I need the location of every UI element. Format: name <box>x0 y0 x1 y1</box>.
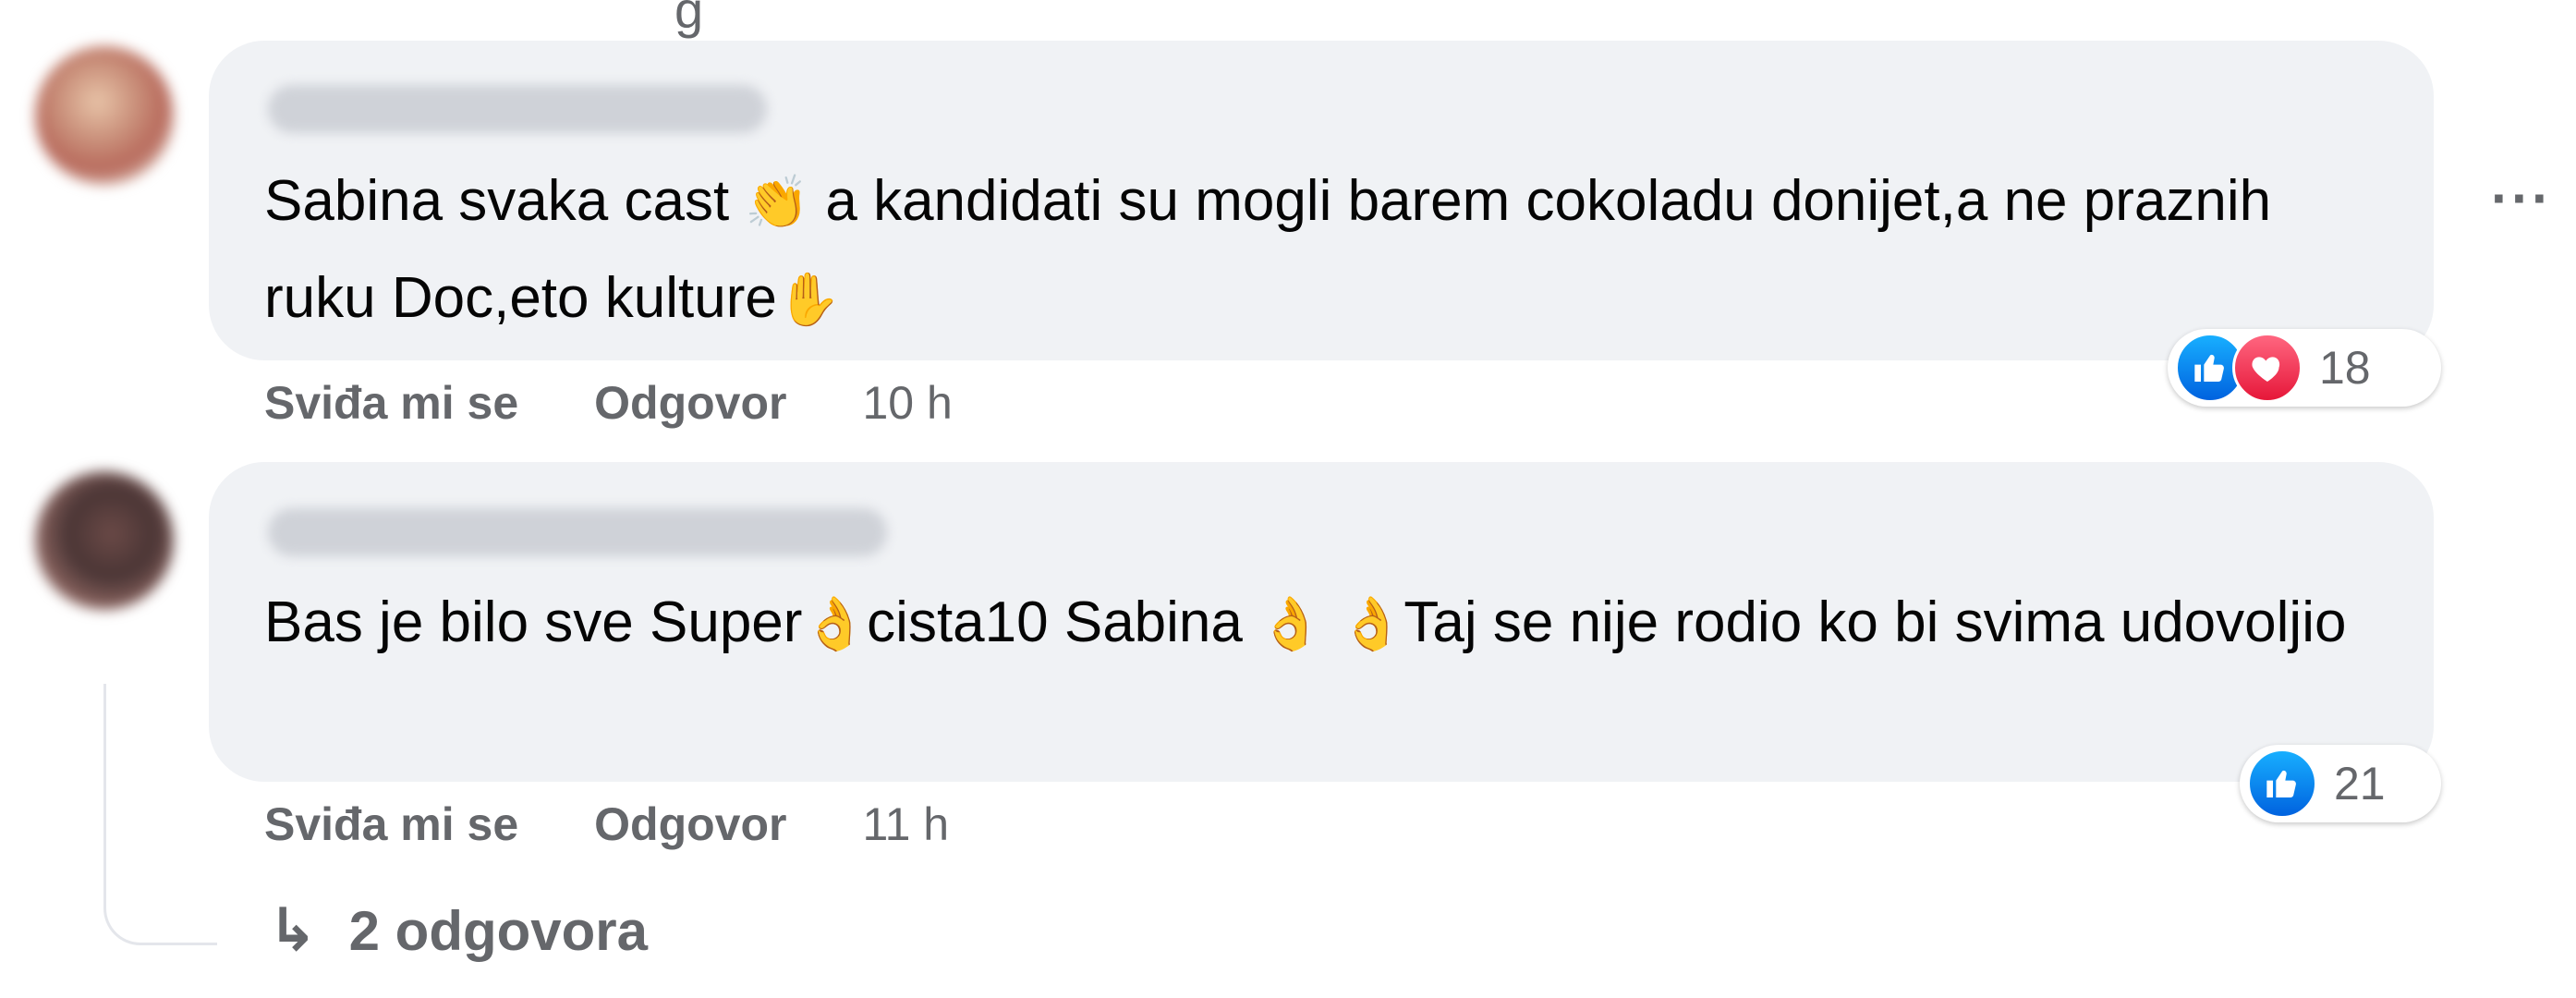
avatar[interactable] <box>35 46 174 185</box>
reaction-count: 21 <box>2334 758 2386 809</box>
love-reaction-icon <box>2232 333 2303 403</box>
ok-hand-emoji: 👌 <box>802 594 868 654</box>
reply-button[interactable]: Odgovor <box>594 376 786 430</box>
comment-bubble: Bas je bilo sve Super👌cista10 Sabina 👌 👌… <box>209 462 2434 782</box>
view-replies-link[interactable]: ↳ 2 odgovora <box>268 896 648 965</box>
like-reaction-icon <box>2247 748 2317 819</box>
like-button[interactable]: Sviđa mi se <box>264 376 518 430</box>
raised-hand-emoji: ✋ <box>776 270 842 330</box>
reaction-count: 18 <box>2319 342 2371 394</box>
truncated-text-fragment: g <box>674 0 704 39</box>
avatar[interactable] <box>35 471 174 610</box>
timestamp[interactable]: 10 h <box>862 376 952 430</box>
author-name-blurred[interactable] <box>268 508 887 556</box>
comment-text: Sabina svaka cast 👏 a kandidati su mogli… <box>264 153 2389 347</box>
timestamp[interactable]: 11 h <box>862 797 949 851</box>
reply-arrow-icon: ↳ <box>268 896 318 965</box>
ok-hand-emoji: 👌 👌 <box>1258 594 1404 654</box>
author-name-blurred[interactable] <box>268 85 767 133</box>
reaction-summary[interactable]: 18 <box>2168 329 2441 407</box>
replies-label: 2 odgovora <box>348 899 649 962</box>
more-options-icon[interactable]: ··· <box>2491 171 2552 226</box>
reply-button[interactable]: Odgovor <box>594 797 786 851</box>
comment-bubble: Sabina svaka cast 👏 a kandidati su mogli… <box>209 41 2434 360</box>
comment-text: Bas je bilo sve Super👌cista10 Sabina 👌 👌… <box>264 575 2389 672</box>
comment-actions: Sviđa mi se Odgovor 11 h <box>264 797 1025 852</box>
thread-connector-line <box>103 684 217 945</box>
reaction-summary[interactable]: 21 <box>2240 745 2441 822</box>
clapping-hands-emoji: 👏 <box>745 173 810 233</box>
like-button[interactable]: Sviđa mi se <box>264 797 518 851</box>
comment-actions: Sviđa mi se Odgovor 10 h <box>264 375 1028 431</box>
